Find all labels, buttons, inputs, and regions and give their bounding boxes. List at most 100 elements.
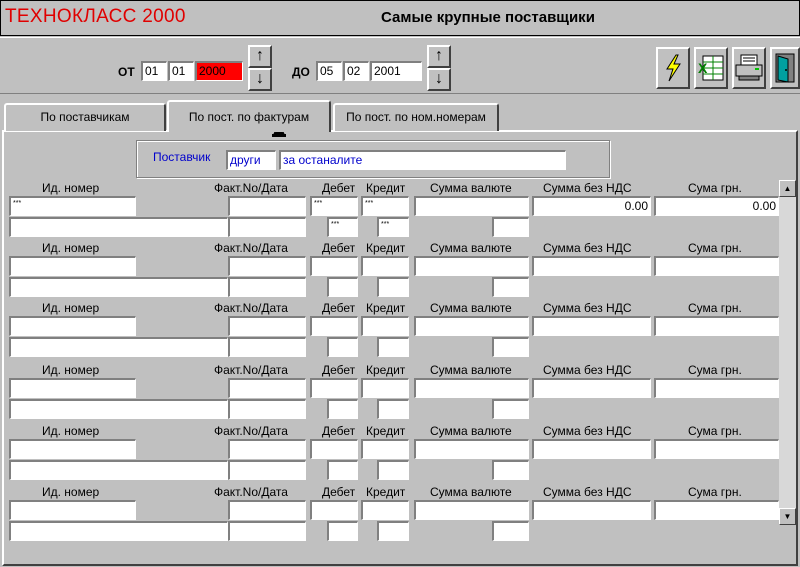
sum-uah-input[interactable] [654,256,779,276]
credit-input[interactable] [361,500,409,520]
description-input[interactable] [9,399,228,419]
supplier-code-input[interactable]: други [226,150,276,170]
date-to-year-input[interactable]: 2001 [370,61,422,81]
sum-no-vat-input[interactable] [532,256,651,276]
exit-button[interactable] [770,47,800,89]
currency-code-input[interactable] [492,337,529,357]
description-input[interactable] [9,521,228,541]
sum-no-vat-input[interactable] [532,316,651,336]
id-number-input[interactable] [9,500,136,520]
date-from-year-input[interactable]: 2000 [195,61,243,81]
invoice-number-input[interactable] [228,500,306,520]
debit-input[interactable]: *** [310,196,358,216]
id-number-input[interactable] [9,256,136,276]
invoice-number-input[interactable] [228,196,306,216]
debit-input[interactable] [310,378,358,398]
tab-by-supplier-invoices[interactable]: По пост. по фактурам [167,100,331,132]
credit-secondary-input[interactable] [377,521,409,541]
debit-secondary-input[interactable] [327,521,358,541]
currency-sum-input[interactable] [414,256,529,276]
invoice-date-input[interactable] [228,460,306,480]
debit-secondary-input[interactable] [327,277,358,297]
credit-secondary-input[interactable]: *** [377,217,409,237]
currency-code-input[interactable] [492,399,529,419]
debit-input[interactable] [310,316,358,336]
credit-input[interactable] [361,256,409,276]
tab-by-suppliers[interactable]: По поставчикам [4,103,166,131]
currency-code-input[interactable] [492,217,529,237]
header-sum-no-vat: Сумма без НДС [543,241,632,255]
supplier-name-input[interactable]: за останалите [279,150,566,170]
sum-uah-input[interactable] [654,439,779,459]
date-to-up-button[interactable]: ↑ [427,45,451,68]
invoice-number-input[interactable] [228,378,306,398]
currency-code-input[interactable] [492,460,529,480]
tab-by-supplier-item-numbers[interactable]: По пост. по ном.номерам [333,103,499,131]
invoice-date-input[interactable] [228,399,306,419]
date-from-day-input[interactable]: 01 [141,61,167,81]
scroll-down-button[interactable]: ▼ [779,508,796,525]
sum-no-vat-input[interactable] [532,500,651,520]
description-input[interactable] [9,217,228,237]
id-number-input[interactable] [9,439,136,459]
sum-no-vat-input[interactable] [532,439,651,459]
invoice-number-input[interactable] [228,256,306,276]
currency-sum-input[interactable] [414,500,529,520]
description-input[interactable] [9,277,228,297]
app-title: ТЕХНОКЛАСС 2000 [5,6,186,27]
sum-uah-input[interactable] [654,378,779,398]
sum-no-vat-input[interactable] [532,378,651,398]
debit-secondary-input[interactable] [327,399,358,419]
excel-icon: X [698,55,724,81]
vertical-scrollbar[interactable]: ▲ ▼ [779,180,796,525]
currency-sum-input[interactable] [414,316,529,336]
credit-secondary-input[interactable] [377,277,409,297]
credit-secondary-input[interactable] [377,399,409,419]
sum-uah-input[interactable]: 0.00 [654,196,779,216]
sum-no-vat-input[interactable]: 0.00 [532,196,651,216]
invoice-date-input[interactable] [228,337,306,357]
date-from-month-input[interactable]: 01 [168,61,194,81]
sum-uah-input[interactable] [654,316,779,336]
debit-input[interactable] [310,439,358,459]
sum-uah-input[interactable] [654,500,779,520]
currency-sum-input[interactable] [414,196,529,216]
date-to-down-button[interactable]: ↓ [427,68,451,91]
currency-sum-input[interactable] [414,439,529,459]
scroll-up-button[interactable]: ▲ [779,180,796,197]
header-debit: Дебет [322,181,356,195]
debit-input[interactable] [310,500,358,520]
credit-input[interactable] [361,378,409,398]
id-number-input[interactable] [9,378,136,398]
debit-secondary-input[interactable] [327,460,358,480]
credit-input[interactable] [361,316,409,336]
invoice-date-input[interactable] [228,521,306,541]
invoice-date-input[interactable] [228,277,306,297]
invoice-date-input[interactable] [228,217,306,237]
currency-code-input[interactable] [492,521,529,541]
credit-input[interactable]: *** [361,196,409,216]
id-number-input[interactable] [9,316,136,336]
credit-secondary-input[interactable] [377,337,409,357]
credit-input[interactable] [361,439,409,459]
currency-code-input[interactable] [492,277,529,297]
invoice-number-input[interactable] [228,316,306,336]
header-debit: Дебет [322,363,356,377]
run-button[interactable] [656,47,690,89]
print-button[interactable] [732,47,766,89]
excel-export-button[interactable]: X [694,47,728,89]
id-number-input[interactable]: *** [9,196,136,216]
date-from-down-button[interactable]: ↓ [248,68,272,91]
description-input[interactable] [9,460,228,480]
credit-secondary-input[interactable] [377,460,409,480]
date-from-up-button[interactable]: ↑ [248,45,272,68]
date-to-month-input[interactable]: 02 [343,61,369,81]
currency-sum-input[interactable] [414,378,529,398]
invoice-number-input[interactable] [228,439,306,459]
debit-secondary-input[interactable]: *** [327,217,358,237]
debit-input[interactable] [310,256,358,276]
header-currency-sum: Сумма валюте [430,241,512,255]
debit-secondary-input[interactable] [327,337,358,357]
date-to-day-input[interactable]: 05 [316,61,342,81]
description-input[interactable] [9,337,228,357]
